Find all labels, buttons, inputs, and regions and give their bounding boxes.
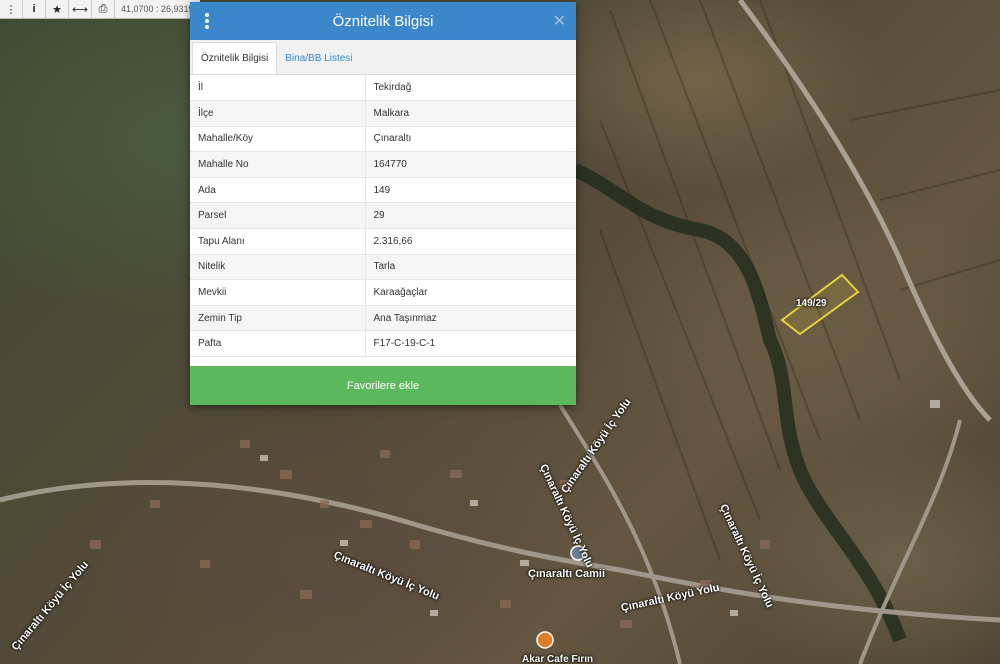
attribute-value: Çınaraltı	[365, 126, 576, 153]
table-row: Zemin Tip Ana Taşınmaz	[190, 305, 576, 332]
attribute-value: 164770	[365, 151, 576, 178]
attribute-key: Mahalle No	[190, 151, 366, 178]
menu-icon[interactable]: ⋮	[0, 0, 23, 18]
dialog-menu-icon[interactable]	[202, 13, 212, 29]
attribute-key: Mevkii	[190, 279, 366, 306]
attribute-key: Tapu Alanı	[190, 228, 366, 255]
attribute-value: F17-C-19-C-1	[365, 330, 576, 358]
cafe-marker	[536, 631, 554, 649]
attribute-value: Malkara	[365, 100, 576, 127]
attribute-value: Tarla	[365, 254, 576, 281]
attribute-key: Mahalle/Köy	[190, 126, 366, 153]
attribute-value: Ana Taşınmaz	[365, 305, 576, 332]
table-row: İl Tekirdağ	[190, 75, 576, 102]
table-row: Mahalle/Köy Çınaraltı	[190, 126, 576, 153]
attribute-value: 29	[365, 202, 576, 230]
attribute-key: Parsel	[190, 202, 366, 230]
add-favorites-button[interactable]: Favorilere ekle	[190, 366, 576, 405]
star-icon[interactable]: ★	[46, 0, 69, 18]
attribute-value: Tekirdağ	[365, 75, 576, 102]
tab-attributes[interactable]: Öznitelik Bilgisi	[192, 42, 278, 74]
table-row: Nitelik Tarla	[190, 254, 576, 281]
poi-cafe-label: Akar Cafe Fırın	[522, 654, 594, 664]
tab-building-list[interactable]: Bina/BB Listesi	[277, 43, 360, 74]
info-icon[interactable]: i	[23, 0, 46, 18]
table-row: Pafta F17-C-19-C-1	[190, 330, 576, 358]
table-row: Tapu Alanı 2.316,66	[190, 228, 576, 255]
attribute-value: 149	[365, 177, 576, 204]
attribute-value: 2.316,66	[365, 228, 576, 255]
dialog-tabs: Öznitelik Bilgisi Bina/BB Listesi	[190, 40, 576, 75]
coordinate-readout: 41,0700 : 26,9319	[121, 4, 194, 14]
attribute-key: Zemin Tip	[190, 305, 366, 332]
table-row: Parsel 29	[190, 202, 576, 230]
parcel-label: 149/29	[796, 298, 827, 309]
attribute-dialog: Öznitelik Bilgisi ✕ Öznitelik Bilgisi Bi…	[190, 2, 576, 405]
attribute-table: İl Tekirdağ İlçe Malkara Mahalle/Köy Çınaralt…	[190, 75, 576, 358]
attribute-value: Karaağaçlar	[365, 279, 576, 306]
table-row: İlçe Malkara	[190, 100, 576, 127]
poi-mosque-label: Çınaraltı Camii	[528, 568, 606, 580]
map-toolbar: ⋮ i ★ ⟷ ⎙ 41,0700 : 26,9319	[0, 0, 200, 19]
attribute-key: Ada	[190, 177, 366, 204]
attribute-key: İlçe	[190, 100, 366, 127]
table-row: Mevkii Karaağaçlar	[190, 279, 576, 306]
attribute-key: İl	[190, 75, 366, 102]
dialog-header: Öznitelik Bilgisi ✕	[190, 2, 576, 40]
attribute-key: Pafta	[190, 330, 366, 358]
attribute-key: Nitelik	[190, 254, 366, 281]
table-row: Ada 149	[190, 177, 576, 204]
measure-icon[interactable]: ⟷	[69, 0, 92, 18]
dialog-title: Öznitelik Bilgisi	[332, 12, 434, 30]
table-row: Mahalle No 164770	[190, 151, 576, 178]
close-icon[interactable]: ✕	[553, 11, 566, 31]
print-icon[interactable]: ⎙	[92, 0, 115, 18]
